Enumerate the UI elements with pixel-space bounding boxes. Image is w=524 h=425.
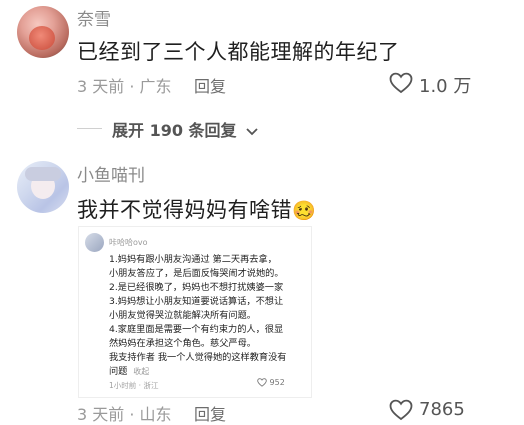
screenshot-line: 然妈妈在承担这个角色。慈父严母。 — [109, 338, 256, 349]
avatar[interactable] — [17, 6, 69, 58]
comment-text-body: 我并不觉得妈妈有啥错 — [77, 198, 292, 222]
screenshot-line-text: 问题 — [109, 366, 128, 377]
like-button[interactable]: 7865 — [389, 398, 509, 422]
screenshot-line: 4.家庭里面是需要一个有约束力的人，很显 — [109, 324, 284, 335]
screenshot-line: 1.妈妈有跟小朋友沟通过 第二天再去拿， — [109, 254, 277, 265]
emoji: 🥴 — [292, 200, 317, 222]
comment-meta: 3 天前 · 广东 — [77, 77, 172, 96]
comment-location: 山东 — [139, 405, 172, 424]
comment-time: 3 天前 — [77, 77, 125, 96]
comment-image[interactable]: 咔哈哈ovo 1.妈妈有跟小朋友沟通过 第二天再去拿， 小朋友答应了，是后面反悔… — [78, 226, 312, 398]
screenshot-like: 952 — [257, 378, 285, 387]
chevron-down-icon — [246, 127, 258, 135]
comment-meta: 3 天前 · 山东 — [77, 405, 172, 424]
expand-replies-label: 展开 190 条回复 — [112, 121, 237, 140]
comment-text: 已经到了三个人都能理解的年纪了 — [77, 40, 400, 64]
avatar[interactable] — [17, 161, 69, 213]
like-count: 1.0 万 — [419, 76, 472, 97]
screenshot-line: 3.妈妈想让小朋友知道要说话算话，不想让 — [109, 296, 284, 307]
username: 咔哈哈ovo — [109, 238, 148, 247]
heart-outline-icon — [389, 72, 413, 94]
like-count: 7865 — [419, 399, 465, 420]
screenshot-location: 浙江 — [143, 381, 159, 390]
screenshot-time: 1小时前 — [109, 381, 137, 390]
screenshot-like-count: 952 — [269, 378, 285, 387]
comment-location: 广东 — [139, 77, 172, 96]
screenshot-line: 小朋友答应了，是后面反悔哭闹才说她的。 — [109, 268, 284, 279]
heart-outline-icon — [257, 378, 267, 387]
reply-button[interactable]: 回复 — [194, 401, 226, 425]
avatar — [85, 233, 104, 252]
divider — [77, 128, 102, 129]
reply-button[interactable]: 回复 — [194, 73, 226, 97]
screenshot-meta: 1小时前 · 浙江 — [109, 381, 159, 390]
comment-time: 3 天前 — [77, 405, 125, 424]
username[interactable]: 小鱼喵刊 — [77, 161, 145, 186]
screenshot-line: 小朋友觉得哭泣就能解决所有问题。 — [109, 310, 256, 321]
screenshot-line: 2.是已经很晚了，妈妈也不想打扰姨婆一家 — [109, 282, 284, 293]
username[interactable]: 奈雪 — [77, 5, 111, 30]
expand-replies-button[interactable]: 展开 190 条回复 — [112, 117, 258, 141]
heart-outline-icon — [389, 399, 413, 421]
collapse-link: 收起 — [133, 367, 150, 376]
screenshot-line: 我支持作者 我一个人觉得她的这样教育没有 — [109, 352, 287, 363]
comment-text: 我并不觉得妈妈有啥错🥴 — [77, 194, 316, 224]
like-button[interactable]: 1.0 万 — [389, 70, 509, 97]
screenshot-line: 问题 收起 — [109, 363, 149, 377]
